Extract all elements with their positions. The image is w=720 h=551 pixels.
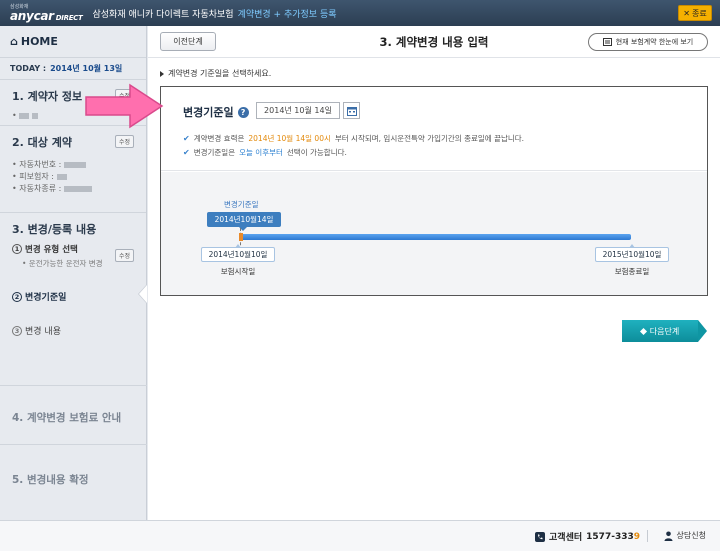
- info1-pre: 계약변경 효력은: [193, 134, 245, 143]
- step-number: 2: [12, 291, 22, 302]
- main-header: 이전단계 3. 계약변경 내용 입력 현재 보험계약 한눈에 보기: [148, 26, 720, 58]
- sidebar-section-premium: 4. 계약변경 보험료 안내: [12, 412, 122, 424]
- timeline-start-marker: [239, 233, 243, 241]
- date-select-area: 변경기준일 ? : ✔ 계약변경 효력은 2014년 10월 14일 00시 부…: [161, 87, 707, 171]
- sidebar-section-contract: 2. 대상 계약 수정 • 자동차번호 : • 피보험자 : • 자동차종류 :: [0, 126, 146, 213]
- timeline-end-label: 보험종료일: [614, 267, 650, 276]
- contract-row-label: • 자동차종류 :: [12, 184, 62, 193]
- contract-info: • 자동차번호 : • 피보험자 : • 자동차종류 :: [12, 159, 136, 195]
- next-step-label: 다음단계: [649, 326, 680, 336]
- app-steps: 계약변경 + 추가정보 등록: [237, 9, 337, 20]
- sidebar-item-change-date[interactable]: 2 변경기준일: [12, 290, 66, 303]
- divider: [0, 385, 147, 386]
- instruction-text: 계약변경 기준일을 선택하세요.: [168, 69, 272, 78]
- phone-number-last: 9: [633, 531, 640, 542]
- divider: [0, 444, 147, 445]
- footer: 고객센터 1577-3339 상담신청: [0, 520, 720, 551]
- change-type-label: 변경 유형 선택: [25, 245, 78, 255]
- active-indicator: [139, 285, 147, 303]
- home-icon: ⌂: [10, 35, 18, 48]
- timeline-change-label: 변경기준일: [224, 200, 259, 209]
- timeline-start-date: 2014년10월10일: [201, 244, 275, 262]
- timeline-end-date: 2015년10월10일: [595, 244, 669, 262]
- masked-text: [31, 112, 38, 119]
- change-date-input[interactable]: [256, 102, 340, 119]
- person-icon: [664, 531, 673, 541]
- home-label: HOME: [20, 35, 58, 48]
- check-icon: ✔: [183, 134, 190, 143]
- info2-pre: 변경기준일은: [193, 148, 236, 157]
- date-label-text: 변경기준일: [183, 106, 234, 119]
- timeline-change-date: 2014년10월14일: [207, 212, 281, 231]
- main-content: 이전단계 3. 계약변경 내용 입력 현재 보험계약 한눈에 보기 계약변경 기…: [148, 26, 720, 520]
- phone-number-main: 1577-333: [586, 531, 634, 542]
- footer-divider: [647, 530, 648, 542]
- view-contract-button[interactable]: 현재 보험계약 한눈에 보기: [588, 33, 708, 51]
- annotation-arrow-icon: [85, 83, 164, 129]
- info2-post: 선택이 가능합니다.: [286, 148, 347, 157]
- phone-icon: [535, 531, 546, 542]
- consult-label: 상담신청: [676, 531, 706, 540]
- logo-direct-text: DIRECT: [55, 13, 83, 22]
- timeline-bar: [239, 234, 631, 240]
- today-label: TODAY :: [10, 64, 47, 73]
- contract-row-label: • 자동차번호 :: [12, 160, 62, 169]
- change-date-label: 변경기준일: [25, 293, 67, 303]
- edit-contract-button[interactable]: 수정: [114, 135, 134, 148]
- step-number: 3: [12, 325, 22, 336]
- logo-main-text: anycar: [10, 8, 54, 23]
- section-title-changes: 3. 변경/등록 내용: [12, 223, 97, 236]
- check-icon: ✔: [183, 148, 190, 157]
- contract-row-label: • 피보험자 :: [12, 172, 54, 181]
- today-bar: TODAY : 2014년 10월 13일: [0, 58, 146, 80]
- info-selectable: ✔ 변경기준일은 오늘 이후부터 선택이 가능합니다.: [183, 147, 347, 158]
- close-icon: ✕: [683, 8, 690, 18]
- home-link[interactable]: ⌂ HOME: [0, 26, 146, 58]
- info1-highlight: 2014년 10월 14일 00시: [248, 134, 331, 143]
- masked-text: [56, 173, 67, 180]
- back-button[interactable]: 이전단계: [160, 32, 216, 51]
- change-date-panel: 변경기준일 ? : ✔ 계약변경 효력은 2014년 10월 14일 00시 부…: [160, 86, 708, 296]
- contractor-bullet: •: [12, 111, 17, 120]
- consult-request-button[interactable]: 상담신청: [664, 530, 706, 541]
- arrow-bullet-icon: [639, 327, 647, 335]
- sidebar-section-changes: 3. 변경/등록 내용 1 변경 유형 선택 • 운전가능한 운전자 변경: [0, 213, 146, 268]
- insurance-timeline: 변경기준일 2014년10월14일 2014년10월10일 보험시작일 2015…: [161, 172, 707, 295]
- back-label: 이전단계: [173, 37, 203, 46]
- logo-main: anycar DIRECT: [10, 10, 83, 22]
- sidebar-section-confirm: 5. 변경내용 확정: [12, 474, 89, 486]
- triangle-bullet-icon: [160, 70, 164, 77]
- calendar-button[interactable]: [343, 102, 360, 119]
- top-bar: 삼성화재 anycar DIRECT 삼성화재 애니카 다이렉트 자동차보험 계약…: [0, 0, 720, 26]
- anycar-logo: 삼성화재 anycar DIRECT: [10, 4, 83, 22]
- close-button[interactable]: ✕ 종료: [678, 5, 712, 21]
- masked-text: [63, 161, 86, 168]
- change-content-label: 변경 내용: [25, 327, 61, 337]
- document-icon: [602, 38, 612, 46]
- call-center-label: 고객센터: [549, 533, 583, 543]
- instruction: 계약변경 기준일을 선택하세요.: [160, 68, 271, 79]
- info2-highlight: 오늘 이후부터: [239, 148, 283, 157]
- view-contract-label: 현재 보험계약 한눈에 보기: [615, 38, 694, 46]
- step-number: 1: [12, 244, 22, 254]
- help-icon[interactable]: ?: [237, 106, 249, 118]
- call-center: 고객센터 1577-3339: [535, 530, 640, 543]
- contract-row: • 자동차종류 :: [12, 183, 136, 195]
- info-effective: ✔ 계약변경 효력은 2014년 10월 14일 00시 부터 시작되며, 임시…: [183, 133, 524, 144]
- calendar-icon: [346, 106, 357, 116]
- today-date: 2014년 10월 13일: [50, 64, 123, 73]
- edit-change-type-button[interactable]: 수정: [114, 249, 134, 262]
- contract-row: • 피보험자 :: [12, 171, 136, 183]
- info1-post: 부터 시작되며, 임시운전특약 가입기간의 종료일에 끝납니다.: [334, 134, 525, 143]
- close-label: 종료: [691, 8, 707, 18]
- masked-text: [63, 185, 92, 192]
- date-label: 변경기준일 ? :: [183, 104, 261, 120]
- app-title: 삼성화재 애니카 다이렉트 자동차보험: [92, 9, 234, 20]
- contract-row: • 자동차번호 :: [12, 159, 136, 171]
- call-center-number: 1577-3339: [586, 532, 640, 542]
- timeline-start-label: 보험시작일: [220, 267, 256, 276]
- masked-text: [19, 112, 30, 119]
- next-step-button[interactable]: 다음단계: [622, 320, 707, 342]
- sidebar-item-change-content[interactable]: 3 변경 내용: [12, 324, 61, 337]
